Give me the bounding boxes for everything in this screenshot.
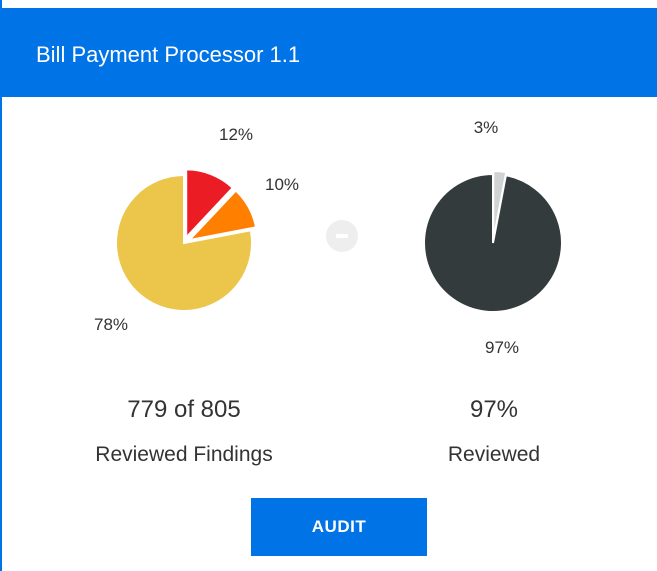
pie2-label-3: 3% [474,118,499,137]
reviewed-findings-count: 779 of 805 [127,396,241,423]
reviewed-percent: 97% [469,396,519,423]
pie2-label-97: 97% [485,338,519,357]
pie1-label-78: 78% [94,315,128,334]
reviewed-caption: Reviewed [447,443,541,466]
minus-circle-icon [326,220,358,252]
pie-charts: 12% 10% 78% 3% 97% [94,118,563,357]
reviewed-findings-caption: Reviewed Findings [95,443,273,466]
pie1-label-12: 12% [219,125,253,144]
pie2-slice-97 [423,172,563,313]
audit-button[interactable]: AUDIT [251,498,427,556]
project-card: Bill Payment Processor 1.1 12% 10% 78% 3% 97… [0,0,657,571]
pie1-label-10: 10% [265,175,299,194]
